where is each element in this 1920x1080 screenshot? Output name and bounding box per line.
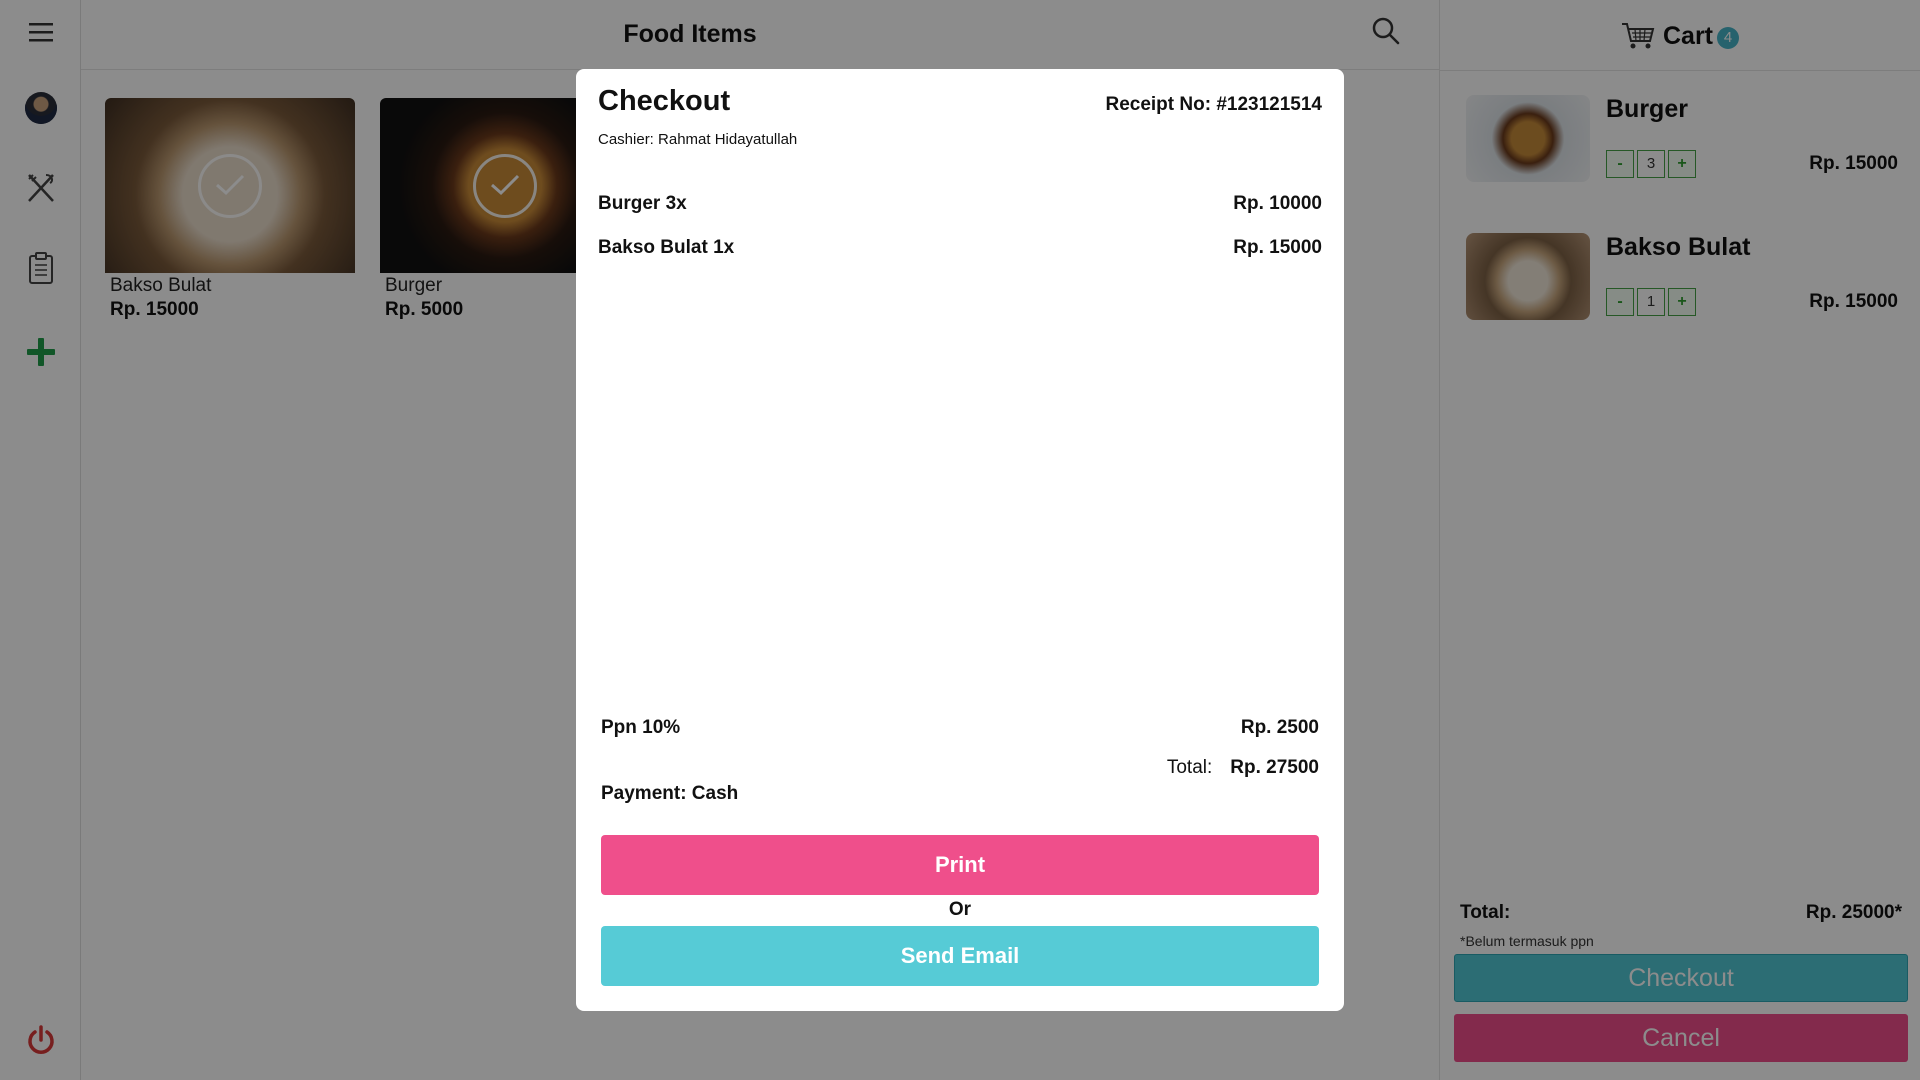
receipt-line: Burger 3x Rp. 10000 xyxy=(598,193,1322,219)
modal-total-label: Total: xyxy=(1166,757,1213,778)
send-email-button[interactable]: Send Email xyxy=(601,926,1319,986)
checkout-modal: Checkout Receipt No: #123121514 Cashier:… xyxy=(576,69,1344,1011)
payment-method: Payment: Cash xyxy=(601,783,739,804)
modal-total: Total: Rp. 27500 xyxy=(1167,757,1319,779)
tax-label: Ppn 10% xyxy=(601,717,681,738)
print-button[interactable]: Print xyxy=(601,835,1319,895)
tax-value: Rp. 2500 xyxy=(1240,717,1319,738)
or-separator: Or xyxy=(948,899,972,920)
receipt-line-item: Burger 3x xyxy=(598,193,687,214)
modal-title: Checkout xyxy=(598,85,731,117)
receipt-line-amount: Rp. 15000 xyxy=(1233,237,1322,258)
modal-total-value: Rp. 27500 xyxy=(1230,757,1319,778)
receipt-line-item: Bakso Bulat 1x xyxy=(598,237,735,258)
receipt-line-amount: Rp. 10000 xyxy=(1233,193,1322,214)
cashier-name: Cashier: Rahmat Hidayatullah xyxy=(598,131,798,148)
receipt-line: Bakso Bulat 1x Rp. 15000 xyxy=(598,237,1322,263)
tax-line: Ppn 10% Rp. 2500 xyxy=(601,717,1319,743)
receipt-number: Receipt No: #123121514 xyxy=(1105,94,1322,115)
app-root: Food Items Bakso Bulat Rp. 15000 Burger … xyxy=(0,0,1920,1080)
